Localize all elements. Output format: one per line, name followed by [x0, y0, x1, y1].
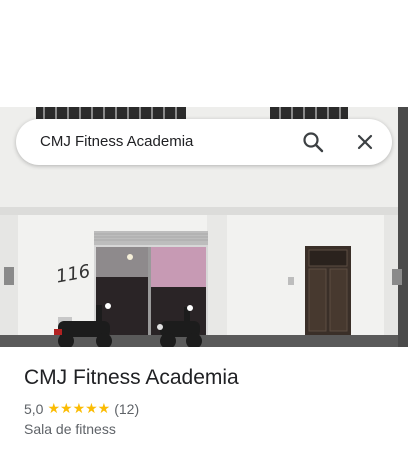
search-input[interactable]: CMJ Fitness Academia: [40, 119, 193, 165]
star-icon: ★★★★★: [47, 400, 111, 416]
close-icon: [357, 134, 373, 150]
place-title: CMJ Fitness Academia: [24, 366, 239, 389]
rating-value: 5,0: [24, 400, 44, 417]
search-icon: [303, 132, 324, 153]
review-count[interactable]: (12): [114, 401, 139, 417]
place-info-panel[interactable]: CMJ Fitness Academia 5,0 ★★★★★ (12) Sala…: [0, 347, 408, 454]
rating-row[interactable]: 5,0 ★★★★★ (12): [24, 400, 139, 417]
search-bar[interactable]: CMJ Fitness Academia: [16, 119, 392, 165]
clear-search-button[interactable]: [350, 127, 380, 157]
place-category: Sala de fitness: [24, 421, 116, 437]
search-button[interactable]: [298, 127, 328, 157]
